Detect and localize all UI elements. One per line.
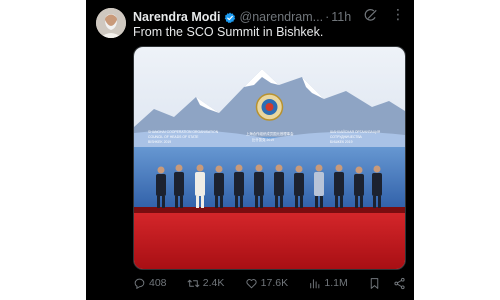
avatar[interactable] [96, 8, 126, 38]
timestamp[interactable]: 11h [331, 10, 351, 24]
views-button[interactable]: 1.1M [308, 277, 348, 290]
banner-right-line-3: БИШКЕК 2019 [330, 140, 353, 144]
bookmark-button[interactable] [368, 277, 381, 290]
views-count: 1.1M [324, 277, 348, 289]
summit-photo: SHANGHAI COOPERATION ORGANISATION COUNCI… [134, 47, 405, 269]
like-count: 17.6K [260, 277, 289, 289]
views-icon [310, 278, 320, 288]
tweet-card[interactable]: Narendra Modi @narendram... · 11h ⋮ From… [86, 0, 414, 300]
banner-left-line-1: SHANGHAI COOPERATION ORGANISATION [148, 130, 219, 134]
share-button[interactable] [393, 277, 406, 290]
like-icon [246, 278, 257, 288]
secondary-actions [368, 277, 406, 290]
more-icon[interactable]: ⋮ [391, 6, 405, 23]
display-name[interactable]: Narendra Modi [133, 10, 221, 24]
separator-dot: · [325, 10, 330, 24]
tweet-header: Narendra Modi @narendram... · 11h ⋮ [133, 6, 406, 25]
tweet-text: From the SCO Summit in Bishkek. [133, 25, 324, 39]
action-bar: 408 2.4K 17.6K 1.1M [133, 274, 406, 292]
bookmark-icon [370, 277, 379, 289]
repost-button[interactable]: 2.4K [187, 277, 225, 290]
reply-icon [134, 278, 145, 289]
tweet-photo[interactable]: SHANGHAI COOPERATION ORGANISATION COUNCI… [133, 46, 406, 270]
reply-button[interactable]: 408 [133, 277, 167, 290]
banner-left-line-3: BISHKEK 2019 [148, 140, 171, 144]
reply-count: 408 [149, 277, 167, 289]
grok-icon[interactable] [364, 8, 378, 22]
repost-count: 2.4K [202, 277, 225, 289]
verified-badge-icon [224, 11, 236, 24]
banner-center-line-2: 比什凯克 2019 [252, 137, 274, 142]
banner-right-line-1: ШАНХАЙСКАЯ ОРГАНИЗАЦИЯ [330, 130, 381, 134]
banner-right-line-2: СОТРУДНИЧЕСТВА [330, 135, 363, 139]
like-button[interactable]: 17.6K [245, 277, 288, 290]
banner-center-line-1: 上海合作组织成员国元首理事会 [246, 131, 294, 136]
banner-left-line-2: COUNCIL OF HEADS OF STATE [148, 135, 199, 139]
share-icon [394, 277, 405, 289]
handle[interactable]: @narendram... [240, 10, 324, 24]
repost-icon [187, 279, 200, 287]
